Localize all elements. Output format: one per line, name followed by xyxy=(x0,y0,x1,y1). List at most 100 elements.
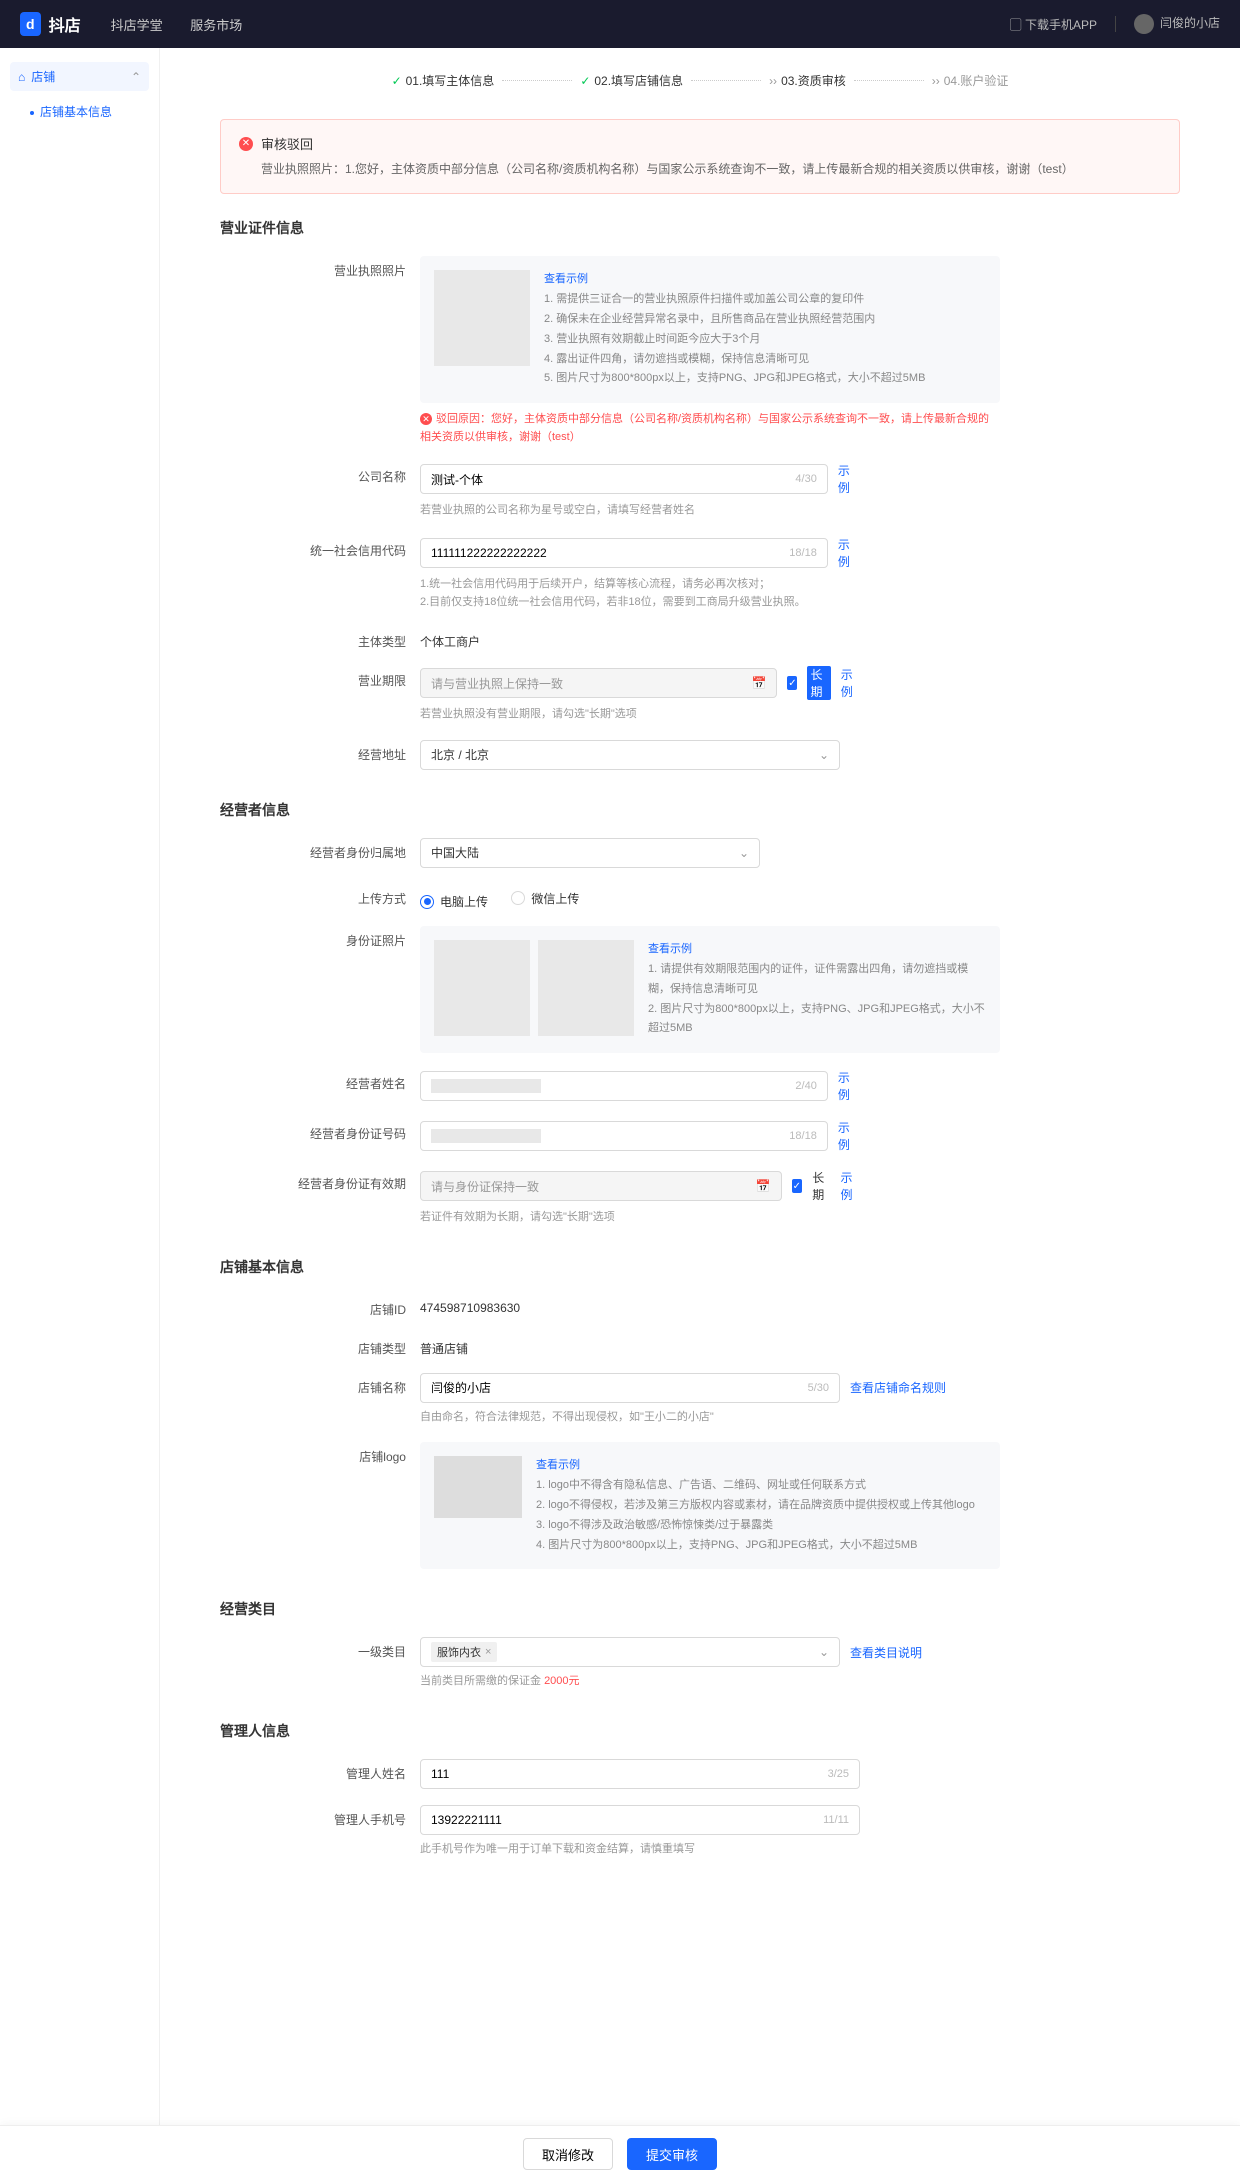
help-text: 若营业执照没有营业期限，请勾选"长期"选项 xyxy=(420,706,860,724)
separator xyxy=(1115,16,1116,32)
example-link[interactable]: 示例 xyxy=(838,1119,860,1153)
longterm-checkbox[interactable]: ✓长期 xyxy=(787,666,830,700)
operator-name-input[interactable]: 2/40 xyxy=(420,1071,828,1101)
upload-tip: 1. logo中不得含有隐私信息、广告语、二维码、网址或任何联系方式 xyxy=(536,1476,975,1496)
checkbox-checked-icon: ✓ xyxy=(792,1179,803,1193)
section-license: 营业证件信息 营业执照照片 查看示例 1. 需提供三证合一的营业执照原件扫描件或… xyxy=(220,218,1180,769)
example-link[interactable]: 示例 xyxy=(838,1069,860,1103)
arrow-icon: ›› xyxy=(769,74,777,88)
upload-tip: 2. 确保未在企业经营异常名录中，且所售商品在营业执照经营范围内 xyxy=(544,310,925,330)
credit-code-field[interactable] xyxy=(431,546,789,560)
radio-wx-upload[interactable]: 微信上传 xyxy=(511,890,579,907)
arrow-icon: ›› xyxy=(932,74,940,88)
upload-tip: 3. logo不得涉及政治敏感/恐怖惊悚类/过于暴露类 xyxy=(536,1516,975,1536)
chevron-down-icon: ⌄ xyxy=(739,846,749,860)
submit-button[interactable]: 提交审核 xyxy=(627,2138,717,2170)
category-detail-link[interactable]: 查看类目说明 xyxy=(850,1644,922,1661)
help-text: 若营业执照的公司名称为星号或空白，请填写经营者姓名 xyxy=(420,502,860,520)
longterm-checkbox[interactable]: ✓长期 xyxy=(792,1169,831,1203)
reject-alert: ✕ 审核驳回 营业执照照片：1.您好，主体资质中部分信息（公司名称/资质机构名称… xyxy=(220,119,1180,194)
label-credit-code: 统一社会信用代码 xyxy=(220,536,420,611)
shop-name-field[interactable] xyxy=(431,1381,808,1395)
download-app-link[interactable]: ▢ 下载手机APP xyxy=(1010,16,1097,33)
view-example-link[interactable]: 查看示例 xyxy=(648,943,692,955)
logo-upload-area[interactable]: 查看示例 1. logo中不得含有隐私信息、广告语、二维码、网址或任何联系方式 … xyxy=(420,1442,1000,1569)
operator-idno-input[interactable]: 18/18 xyxy=(420,1121,828,1151)
top-bar: d 抖店 抖店学堂 服务市场 ▢ 下载手机APP 闫俊的小店 xyxy=(0,0,1240,48)
char-count: 11/11 xyxy=(823,1814,849,1826)
view-example-link[interactable]: 查看示例 xyxy=(544,273,588,285)
company-name-field[interactable] xyxy=(431,472,795,486)
upload-tip: 1. 需提供三证合一的营业执照原件扫描件或加盖公司公章的复印件 xyxy=(544,290,925,310)
upload-tip: 3. 营业执照有效期截止时间距今应大于3个月 xyxy=(544,330,925,350)
biz-addr-select[interactable]: 北京 / 北京 ⌄ xyxy=(420,740,840,770)
admin-phone-input[interactable]: 11/11 xyxy=(420,1805,860,1835)
section-title: 经营者信息 xyxy=(220,800,1180,820)
chevron-down-icon: ⌄ xyxy=(819,1645,829,1659)
upload-placeholder[interactable] xyxy=(434,270,530,366)
step-divider xyxy=(854,80,924,81)
section-title: 店铺基本信息 xyxy=(220,1257,1180,1277)
cancel-button[interactable]: 取消修改 xyxy=(523,2138,613,2170)
license-upload-area[interactable]: 查看示例 1. 需提供三证合一的营业执照原件扫描件或加盖公司公章的复印件 2. … xyxy=(420,256,1000,403)
close-icon[interactable]: × xyxy=(485,1646,491,1658)
help-text: 若证件有效期为长期，请勾选"长期"选项 xyxy=(420,1209,860,1227)
id-upload-area[interactable]: 查看示例 1. 请提供有效期限范围内的证件，证件需露出四角，请勿遮挡或模糊，保持… xyxy=(420,926,1000,1053)
section-operator: 经营者信息 经营者身份归属地 中国大陆 ⌄ 上传方式 电脑上传 微信上传 xyxy=(220,800,1180,1227)
chevron-up-icon: ⌃ xyxy=(131,70,141,84)
example-link[interactable]: 示例 xyxy=(841,1169,861,1203)
category-select[interactable]: 服饰内衣× ⌄ xyxy=(420,1637,840,1667)
upload-placeholder[interactable] xyxy=(434,1456,522,1518)
shop-name-input[interactable]: 5/30 xyxy=(420,1373,840,1403)
step-divider xyxy=(691,80,761,81)
sidebar-group-shop[interactable]: ⌂ 店铺 ⌃ xyxy=(10,62,149,91)
label-biz-period: 营业期限 xyxy=(220,666,420,724)
example-link[interactable]: 示例 xyxy=(841,666,860,700)
label-shop-type: 店铺类型 xyxy=(220,1334,420,1357)
upload-tip: 4. 图片尺寸为800*800px以上，支持PNG、JPG和JPEG格式，大小不… xyxy=(536,1536,975,1556)
naming-rule-link[interactable]: 查看店铺命名规则 xyxy=(850,1379,946,1396)
sidebar: ⌂ 店铺 ⌃ 店铺基本信息 xyxy=(0,48,160,2182)
sidebar-item-shop-info[interactable]: 店铺基本信息 xyxy=(10,95,149,128)
admin-phone-field[interactable] xyxy=(431,1813,823,1827)
label-shop-logo: 店铺logo xyxy=(220,1442,420,1569)
char-count: 18/18 xyxy=(789,547,817,559)
chevron-down-icon: ⌄ xyxy=(819,748,829,762)
id-region-select[interactable]: 中国大陆 ⌄ xyxy=(420,838,760,868)
company-name-input[interactable]: 4/30 xyxy=(420,464,828,494)
upload-tip: 2. 图片尺寸为800*800px以上，支持PNG、JPG和JPEG格式，大小不… xyxy=(648,1000,986,1040)
entity-type-value: 个体工商户 xyxy=(420,627,860,650)
brand-name: 抖店 xyxy=(49,12,81,36)
example-link[interactable]: 示例 xyxy=(838,536,860,570)
biz-period-input: 请与营业执照上保持一致 📅 xyxy=(420,668,777,698)
radio-pc-upload[interactable]: 电脑上传 xyxy=(420,893,488,910)
admin-name-field[interactable] xyxy=(431,1767,828,1781)
footer-actions: 取消修改 提交审核 xyxy=(0,2125,1240,2182)
category-tag[interactable]: 服饰内衣× xyxy=(431,1642,497,1662)
nav-market[interactable]: 服务市场 xyxy=(190,18,242,33)
char-count: 4/30 xyxy=(795,473,816,485)
deposit-text: 当前类目所需缴的保证金 2000元 xyxy=(420,1673,1000,1691)
upload-placeholder[interactable] xyxy=(538,940,634,1036)
section-category: 经营类目 一级类目 服饰内衣× ⌄ 查看类目说明 当前类目所需缴的保证金 200… xyxy=(220,1599,1180,1691)
nav-school[interactable]: 抖店学堂 xyxy=(111,18,163,33)
section-title: 营业证件信息 xyxy=(220,218,1180,238)
dot-icon xyxy=(30,111,34,115)
credit-code-input[interactable]: 18/18 xyxy=(420,538,828,568)
char-count: 18/18 xyxy=(789,1130,817,1142)
section-shop: 店铺基本信息 店铺ID 474598710983630 店铺类型 普通店铺 店铺… xyxy=(220,1257,1180,1570)
avatar-icon xyxy=(1134,14,1154,34)
step-2: ✓02.填写店铺信息 xyxy=(580,72,683,89)
user-menu[interactable]: 闫俊的小店 xyxy=(1134,14,1220,34)
char-count: 2/40 xyxy=(795,1080,816,1092)
label-admin-name: 管理人姓名 xyxy=(220,1759,420,1789)
calendar-icon: 📅 xyxy=(751,676,766,690)
main-content: ✓01.填写主体信息 ✓02.填写店铺信息 ››03.资质审核 ››04.账户验… xyxy=(160,48,1240,2182)
step-divider xyxy=(502,80,572,81)
label-license-photo: 营业执照照片 xyxy=(220,256,420,446)
view-example-link[interactable]: 查看示例 xyxy=(536,1459,580,1471)
admin-name-input[interactable]: 3/25 xyxy=(420,1759,860,1789)
upload-placeholder[interactable] xyxy=(434,940,530,1036)
example-link[interactable]: 示例 xyxy=(838,462,860,496)
upload-tip: 1. 请提供有效期限范围内的证件，证件需露出四角，请勿遮挡或模糊，保持信息清晰可… xyxy=(648,960,986,1000)
